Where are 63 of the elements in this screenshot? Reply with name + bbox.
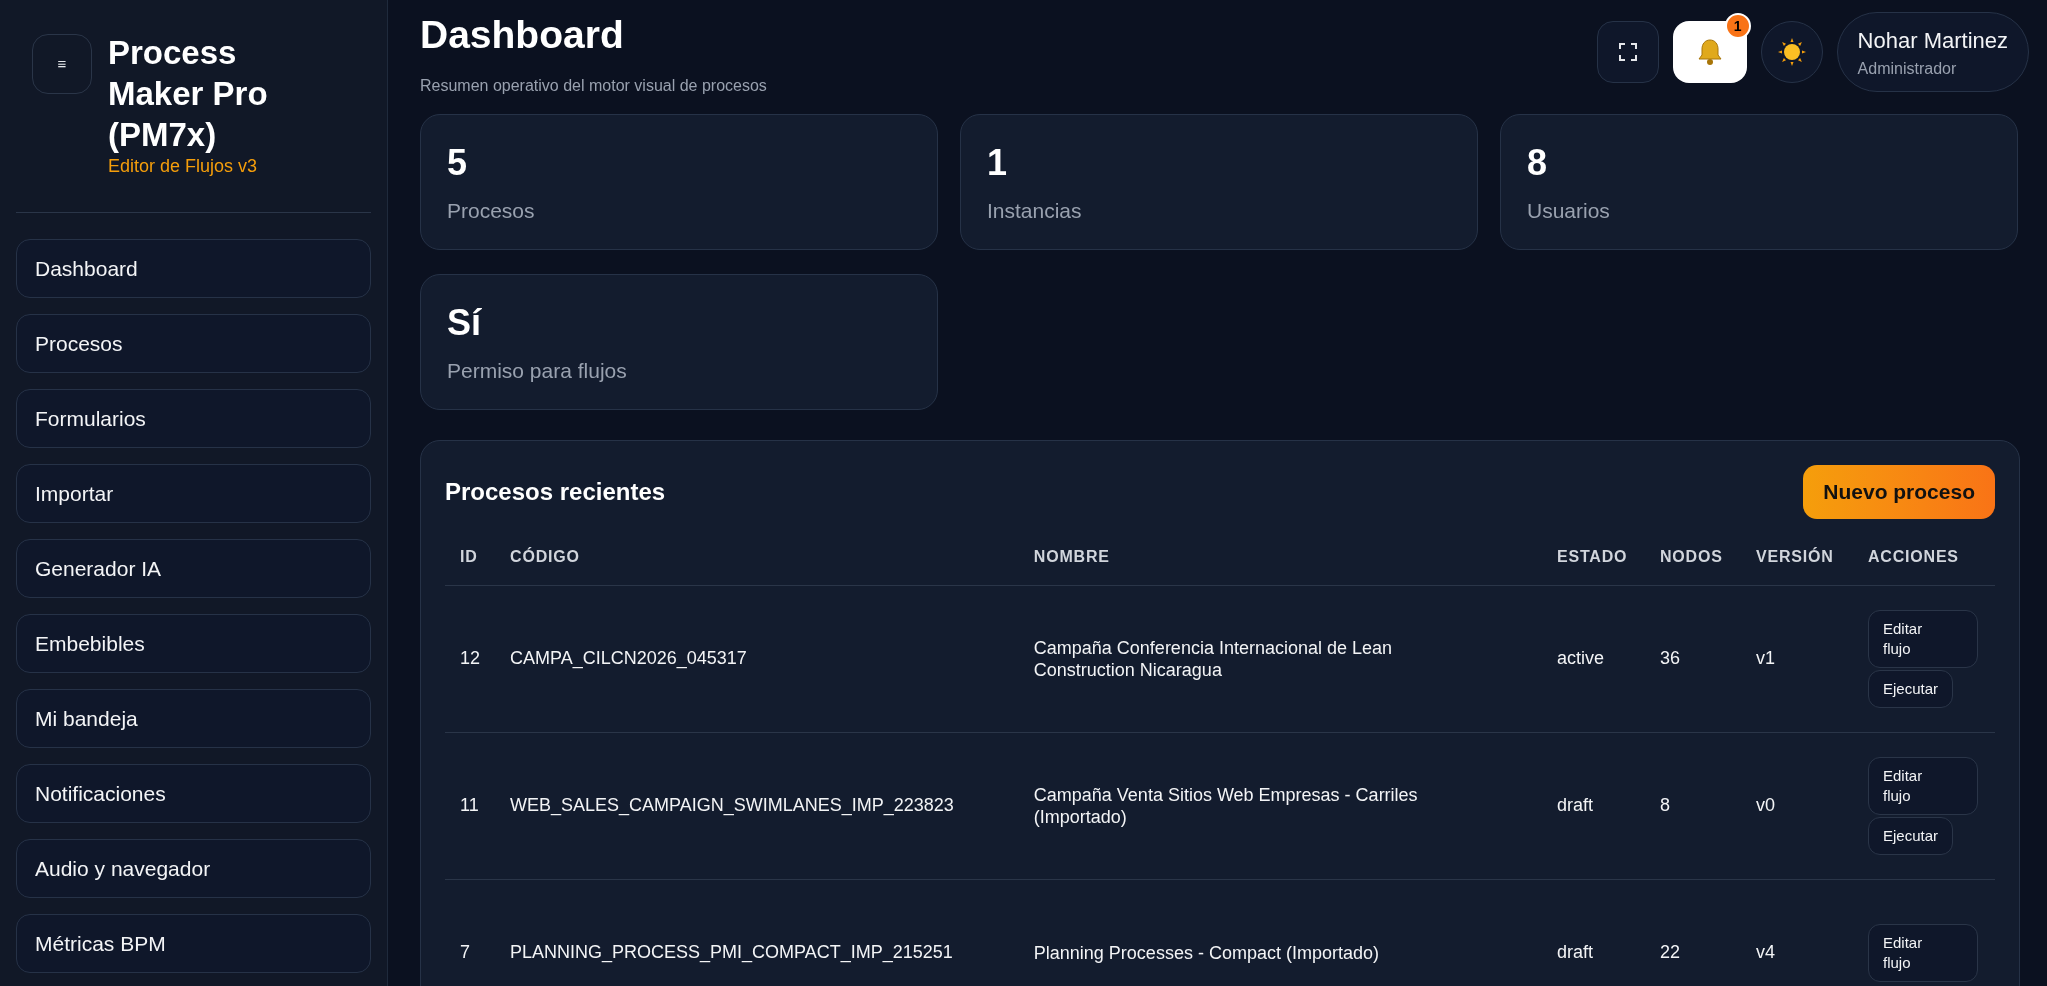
column-header: NODOS <box>1660 548 1723 565</box>
table-cell: v4 <box>1756 942 1775 962</box>
sidebar-item[interactable]: Notificaciones <box>16 764 371 823</box>
column-header: ACCIONES <box>1867 548 1959 565</box>
stat-label: Usuarios <box>1527 198 1611 224</box>
action-button[interactable]: Editar flujo <box>1867 924 1978 982</box>
notifications-button[interactable] <box>1672 21 1747 83</box>
table-cell-text: Planning Processes - Compact (Importado) <box>1033 942 1380 964</box>
sidebar-item[interactable]: Dashboard <box>16 239 371 298</box>
table-cell: 12 <box>460 648 481 668</box>
column-header: ID <box>460 548 478 565</box>
user-role: Administrador <box>1857 58 1958 79</box>
page-title: Dashboard <box>420 12 625 58</box>
sidebar-item[interactable]: Formularios <box>16 389 371 448</box>
action-button[interactable]: Ejecutar <box>1867 670 1953 708</box>
table-cell-text: Campaña Conferencia Internacional de Lean Construction Nicaragua <box>1033 637 1394 681</box>
table-cell: active <box>1557 648 1605 668</box>
column-header: ESTADO <box>1557 548 1628 565</box>
table-cell: 11 <box>460 795 479 815</box>
table-cell: WEB_SALES_CAMPAIGN_SWIMLANES_IMP_223823 <box>510 795 954 815</box>
table-cell: 7 <box>460 942 470 962</box>
sidebar-item[interactable]: Mi bandeja <box>16 689 371 748</box>
page-subtitle: Resumen operativo del motor visual de procesos <box>420 76 767 96</box>
user-chip[interactable]: Nohar Martinez Administrador <box>1836 12 2029 92</box>
fullscreen-button[interactable] <box>1596 21 1659 83</box>
column-header: CÓDIGO <box>510 548 580 565</box>
table-cell: 8 <box>1660 795 1671 815</box>
column-header: VERSIÓN <box>1756 548 1834 565</box>
table-cell-text: Campaña Venta Sitios Web Empresas - Carriles (Importado) <box>1033 784 1419 828</box>
sidebar-item[interactable]: Procesos <box>16 314 371 373</box>
new-process-button[interactable]: Nuevo proceso <box>1803 465 1995 519</box>
table-cell: 22 <box>1660 942 1681 962</box>
app-subtitle: Editor de Flujos v3 <box>108 155 259 178</box>
action-button[interactable]: Ejecutar <box>1867 817 1953 855</box>
stat-label: Procesos <box>447 198 536 224</box>
table-cell: v0 <box>1756 795 1775 815</box>
stat-label: Permiso para flujos <box>447 358 628 384</box>
table-cell: draft <box>1557 795 1594 815</box>
table-cell: 36 <box>1660 648 1681 668</box>
sidebar-item[interactable]: Generador IA <box>16 539 371 598</box>
table-cell: draft <box>1557 942 1594 962</box>
panel-title: Procesos recientes <box>445 477 666 507</box>
fullscreen-icon <box>1617 42 1638 62</box>
sidebar-item[interactable]: Embebibles <box>16 614 371 673</box>
stat-value: 8 <box>1527 141 1549 185</box>
stat-value: 5 <box>447 141 469 185</box>
sidebar-item[interactable]: Importar <box>16 464 371 523</box>
table-cell: CAMPA_CILCN2026_045317 <box>510 648 747 668</box>
table-cell: PLANNING_PROCESS_PMI_COMPACT_IMP_215251 <box>510 942 953 962</box>
stat-value: 1 <box>987 141 1009 185</box>
menu-button[interactable]: ≡ <box>32 34 92 94</box>
sun-icon <box>1776 37 1807 67</box>
action-button[interactable]: Editar flujo <box>1867 757 1978 815</box>
notification-badge: 1 <box>1724 13 1751 39</box>
sidebar-item[interactable]: Métricas BPM <box>16 914 371 973</box>
user-name: Nohar Martinez <box>1857 26 2008 55</box>
stat-label: Instancias <box>987 198 1083 224</box>
sidebar-item[interactable]: Audio y navegador <box>16 839 371 898</box>
table-cell: v1 <box>1756 648 1775 668</box>
stat-value: Sí <box>447 301 483 345</box>
app-title: Process Maker Pro (PM7x) <box>108 33 269 155</box>
action-button[interactable]: Editar flujo <box>1867 610 1978 668</box>
column-header: NOMBRE <box>1033 548 1110 565</box>
